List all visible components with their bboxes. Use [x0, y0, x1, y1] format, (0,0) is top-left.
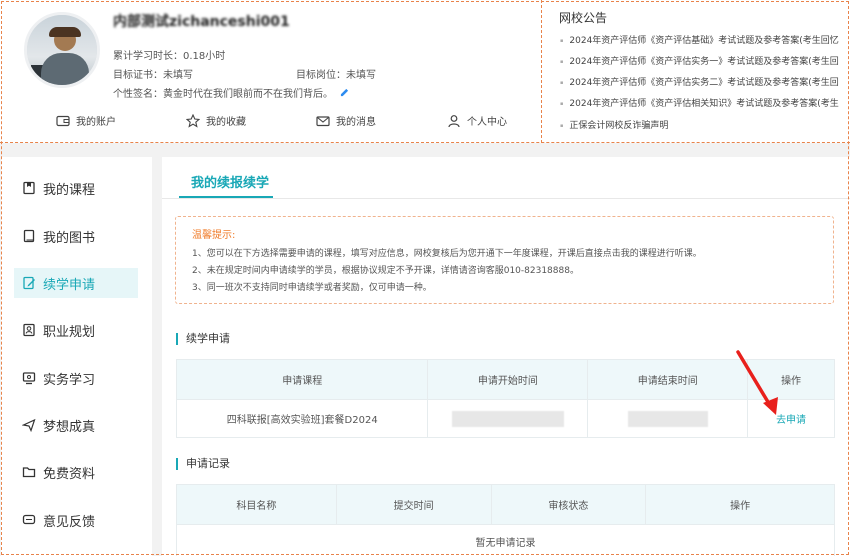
announcement-item[interactable]: 2024年资产评估师《资产评估基础》考试试题及参考答案(考生回忆	[560, 33, 846, 46]
sidebar-item-dream-come-true[interactable]: 梦想成真	[14, 410, 138, 440]
send-icon	[22, 418, 36, 432]
my-favorites-link[interactable]: 我的收藏	[186, 113, 246, 128]
monitor-icon	[22, 372, 36, 385]
column-header: 申请开始时间	[427, 359, 589, 400]
signature: 个性签名：黄金时代在我们眼前而不在我们背后。	[113, 85, 349, 100]
sidebar-item-my-books[interactable]: 我的图书	[14, 221, 138, 251]
personal-center-link[interactable]: 个人中心	[447, 113, 507, 128]
tips-title: 温馨提示:	[192, 230, 236, 241]
my-messages-link[interactable]: 我的消息	[316, 113, 376, 128]
folder-icon	[22, 467, 36, 478]
mail-icon	[316, 115, 330, 126]
empty-records-cell: 暂无申请记录	[176, 524, 835, 556]
column-header: 申请结束时间	[587, 359, 749, 400]
records-table: 科目名称 提交时间 审核状态 操作 暂无申请记录	[176, 484, 835, 556]
column-header: 审核状态	[490, 484, 647, 525]
announcement-item[interactable]: 正保会计网校反诈骗声明	[560, 118, 846, 131]
sidebar-item-my-courses[interactable]: 我的课程	[14, 173, 138, 203]
table-row: 暂无申请记录	[176, 524, 835, 556]
target-job: 目标岗位：未填写	[296, 70, 376, 81]
tab-renewal[interactable]: 我的续报续学	[191, 172, 269, 191]
sidebar: 我的课程 我的图书 续学申请 职业规划 实务学习 梦想成真 免费资料 意见反馈	[1, 157, 152, 556]
column-header: 申请课程	[175, 359, 429, 400]
sidebar-item-career-planning[interactable]: 职业规划	[14, 315, 138, 345]
announcement-item[interactable]: 2024年资产评估师《资产评估实务二》考试试题及参考答案(考生回	[560, 75, 846, 88]
sidebar-item-renewal[interactable]: 续学申请	[14, 268, 138, 298]
study-time: 累计学习时长：0.18小时	[113, 51, 226, 62]
wallet-icon	[56, 115, 70, 126]
avatar[interactable]	[24, 12, 100, 88]
announcement-item[interactable]: 2024年资产评估师《资产评估实务一》考试试题及参考答案(考生回	[560, 54, 846, 67]
username: 内部测试zichanceshi001	[113, 14, 290, 30]
announcements-panel: 网校公告 2024年资产评估师《资产评估基础》考试试题及参考答案(考生回忆 20…	[541, 0, 850, 143]
user-icon	[448, 114, 460, 127]
announcements-title: 网校公告	[559, 11, 608, 25]
edit-doc-icon	[23, 276, 35, 290]
feedback-icon	[22, 514, 36, 525]
records-section-title: 申请记录	[176, 458, 230, 470]
start-time-redacted	[451, 410, 564, 427]
end-time-redacted	[627, 410, 708, 427]
career-icon	[23, 323, 35, 337]
tip-line: 2、未在规定时间内申请续学的学员，根据协议规定不予开课，详情请咨询客服010-8…	[192, 266, 579, 276]
book-icon	[23, 229, 35, 243]
course-icon	[23, 181, 35, 195]
tip-line: 1、您可以在下方选择需要申请的课程，填写对应信息，网校复核后为您开通下一年度课程…	[192, 249, 702, 259]
target-cert: 目标证书：未填写	[113, 70, 193, 81]
tab-divider	[162, 198, 850, 199]
sidebar-item-practice-learning[interactable]: 实务学习	[14, 363, 138, 393]
user-header: 内部测试zichanceshi001 累计学习时长：0.18小时 目标证书：未填…	[0, 0, 850, 143]
announcement-item[interactable]: 2024年资产评估师《资产评估相关知识》考试试题及参考答案(考生	[560, 96, 846, 109]
table-header-row: 科目名称 提交时间 审核状态 操作	[176, 484, 835, 525]
my-account-link[interactable]: 我的账户	[56, 113, 116, 128]
start-time-cell	[427, 399, 589, 438]
tips-box: 温馨提示: 1、您可以在下方选择需要申请的课程，填写对应信息，网校复核后为您开通…	[175, 216, 834, 304]
tip-line: 3、同一班次不支持同时申请续学或者奖励，仅可申请一种。	[192, 283, 432, 293]
sidebar-item-feedback[interactable]: 意见反馈	[14, 505, 138, 535]
edit-signature-icon[interactable]	[340, 88, 349, 97]
end-time-cell	[587, 399, 749, 438]
sidebar-item-free-materials[interactable]: 免费资料	[14, 457, 138, 487]
star-icon	[186, 113, 200, 128]
red-arrow-annotation	[736, 350, 778, 415]
column-header: 操作	[645, 484, 835, 525]
column-header: 科目名称	[176, 484, 337, 525]
course-name-cell: 四科联报[高效实验班]套餐D2024	[175, 399, 429, 438]
apply-section-title: 续学申请	[176, 333, 230, 345]
column-header: 提交时间	[335, 484, 492, 525]
